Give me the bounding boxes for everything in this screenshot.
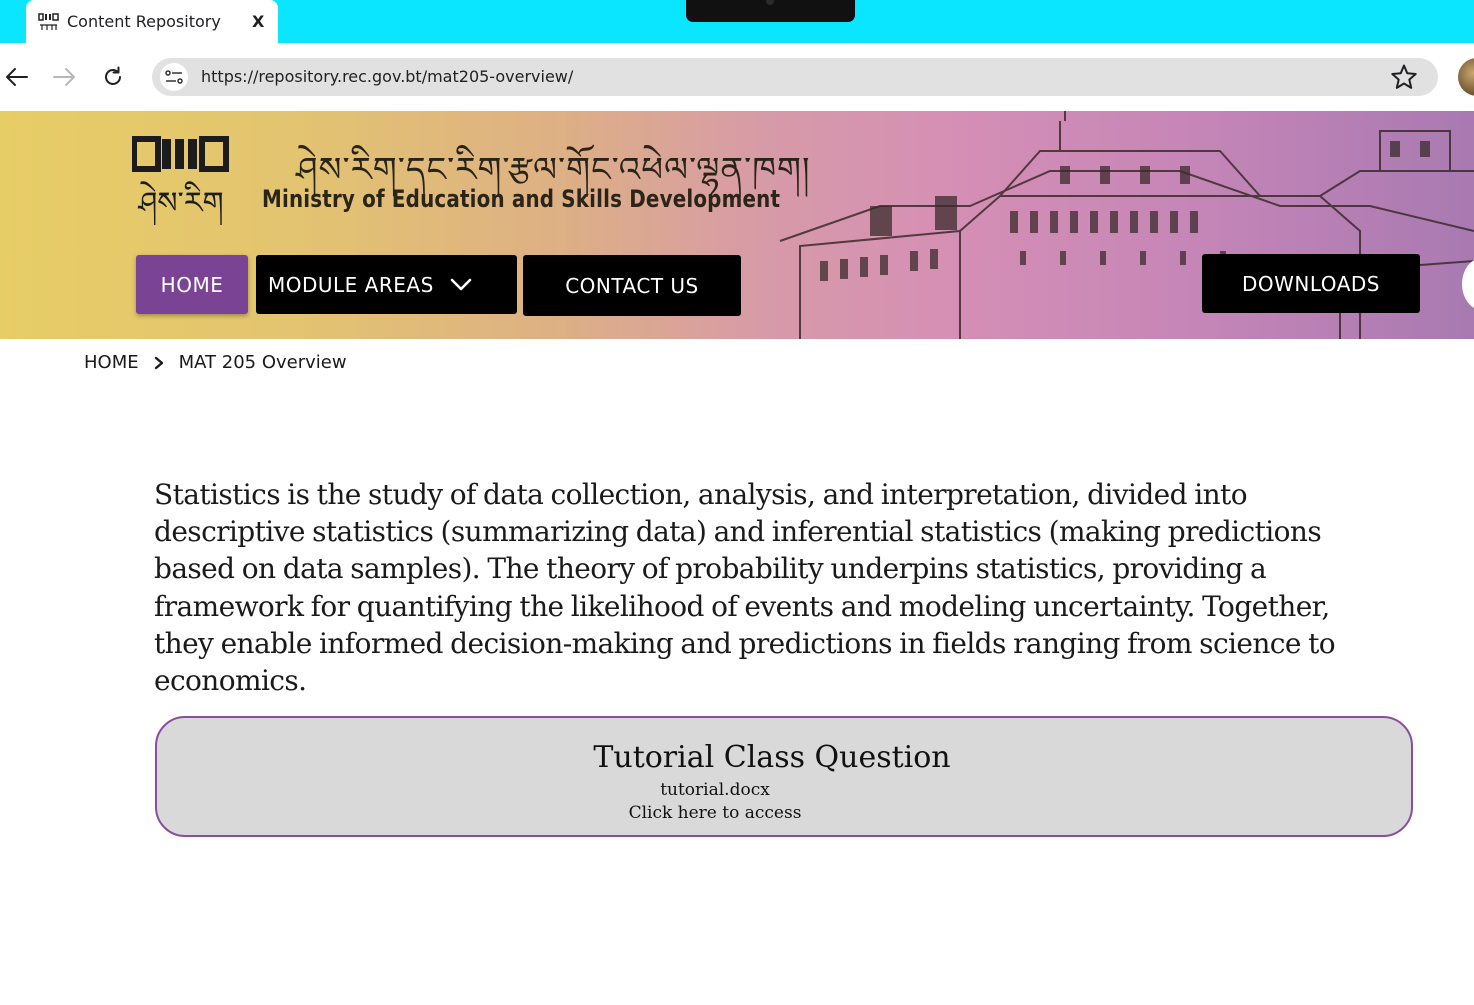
breadcrumb-home-link[interactable]: HOME: [84, 352, 139, 373]
reload-icon: [105, 66, 121, 85]
profile-avatar[interactable]: [1458, 58, 1474, 96]
nav-contact-us-label: CONTACT US: [565, 273, 699, 298]
nav-contact-us-button[interactable]: CONTACT US: [523, 255, 741, 316]
nav-module-areas-button[interactable]: MODULE AREAS: [256, 255, 517, 314]
site-info-icon: [165, 70, 183, 84]
chevron-right-icon: [153, 356, 165, 370]
chevron-down-icon: [450, 278, 472, 292]
site-header-banner: ཤེས་རིག ཤེས་རིག་དང་རིག་རྩལ་གོང་འཕེལ་ལྷན་…: [0, 111, 1474, 339]
nav-home-label: HOME: [160, 272, 224, 297]
tutorial-resource-card[interactable]: Tutorial Class Question tutorial.docx Cl…: [155, 716, 1413, 837]
back-button[interactable]: [0, 61, 32, 93]
ministry-name: Ministry of Education and Skills Develop…: [262, 185, 781, 213]
tab-title: Content Repository: [67, 12, 221, 31]
forward-button[interactable]: [49, 61, 81, 93]
nav-downloads-button[interactable]: DOWNLOADS: [1202, 254, 1420, 313]
resource-filename: tutorial.docx: [660, 780, 770, 800]
nav-downloads-label: DOWNLOADS: [1242, 271, 1380, 296]
url-text[interactable]: https://repository.rec.gov.bt/mat205-ove…: [201, 67, 573, 86]
back-arrow-icon: [6, 68, 28, 86]
browser-tab-strip: Content Repository X: [0, 0, 1474, 43]
browser-tab[interactable]: Content Repository X: [26, 0, 278, 43]
logo-dzongkha-text: ཤེས་རིག: [137, 181, 223, 225]
nav-home-button[interactable]: HOME: [136, 255, 248, 314]
forward-arrow-icon: [53, 68, 75, 86]
reload-button[interactable]: [97, 61, 129, 93]
breadcrumb-current: MAT 205 Overview: [178, 352, 347, 373]
ministry-logo: ཤེས་རིག: [132, 136, 229, 225]
camera-notch: [686, 0, 855, 22]
site-info-button[interactable]: [160, 63, 188, 91]
browser-toolbar: https://repository.rec.gov.bt/mat205-ove…: [0, 43, 1474, 111]
tab-close-button[interactable]: X: [252, 12, 264, 31]
module-intro-paragraph: Statistics is the study of data collecti…: [154, 478, 1336, 698]
address-bar[interactable]: https://repository.rec.gov.bt/mat205-ove…: [152, 58, 1438, 96]
nav-module-areas-label: MODULE AREAS: [268, 272, 434, 297]
site-favicon-icon: [38, 13, 59, 30]
bookmark-star-icon[interactable]: [1390, 63, 1418, 91]
breadcrumb: HOME MAT 205 Overview: [84, 352, 347, 373]
resource-access-link[interactable]: Click here to access: [157, 803, 1273, 823]
resource-title: Tutorial Class Question: [593, 740, 951, 775]
